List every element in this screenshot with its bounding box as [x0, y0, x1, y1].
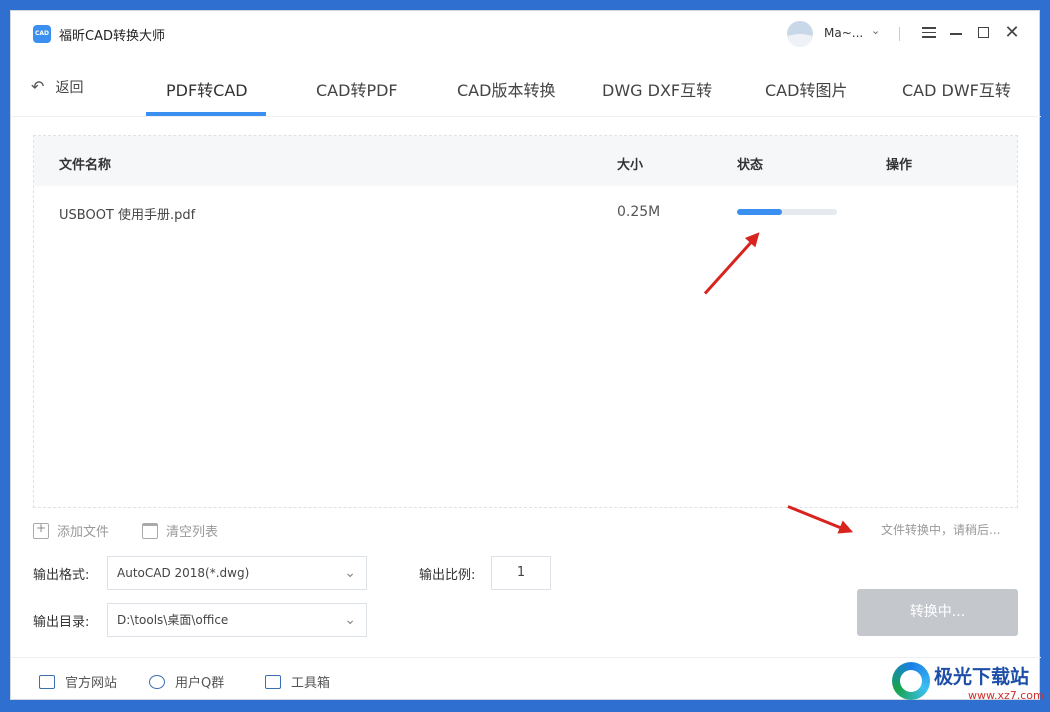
maximize-icon[interactable] [973, 23, 993, 43]
chevron-down-icon[interactable]: ⌄ [871, 24, 880, 37]
tab-dwg-dxf[interactable]: DWG DXF互转 [602, 77, 712, 101]
header-name: 文件名称 [59, 158, 112, 173]
back-arrow-icon: ↶ [31, 77, 45, 96]
header-status: 状态 [737, 158, 764, 173]
close-icon[interactable]: ✕ [1002, 23, 1022, 43]
chevron-down-icon: ⌄ [344, 565, 356, 581]
trash-icon [142, 523, 158, 539]
watermark-url: www.xz7.com [968, 689, 1044, 702]
add-file-icon [33, 521, 49, 539]
clear-list-label: 清空列表 [166, 525, 219, 540]
toolbox-link[interactable]: 工具箱 [265, 672, 330, 691]
annotation-arrow [787, 505, 850, 533]
user-avatar[interactable] [787, 21, 813, 47]
file-size: 0.25M [617, 204, 661, 220]
tab-cad-dwf[interactable]: CAD DWF互转 [902, 77, 1011, 101]
tab-pdf-to-cad[interactable]: PDF转CAD [166, 77, 248, 101]
file-name: USBOOT 使用手册.pdf [59, 208, 196, 223]
progress-bar [737, 209, 837, 215]
clear-list-button[interactable]: 清空列表 [142, 521, 218, 540]
app-title: 福昕CAD转换大师 [59, 29, 165, 44]
tab-cad-to-image[interactable]: CAD转图片 [765, 77, 847, 101]
tab-cad-to-pdf[interactable]: CAD转PDF [316, 77, 398, 101]
monitor-icon [39, 675, 55, 689]
app-logo-icon: CAD [33, 25, 51, 43]
format-select[interactable]: AutoCAD 2018(*.dwg) ⌄ [107, 556, 367, 590]
dir-select[interactable]: D:\tools\桌面\office ⌄ [107, 603, 367, 637]
tab-bar: ↶ 返回 PDF转CAD CAD转PDF CAD版本转换 DWG DXF互转 C… [11, 57, 1041, 117]
add-file-label: 添加文件 [57, 525, 110, 540]
toolbox-icon [265, 675, 281, 689]
qq-icon [149, 675, 165, 689]
watermark-logo-icon [892, 662, 930, 700]
scale-input[interactable]: 1 [491, 556, 551, 590]
chevron-down-icon: ⌄ [344, 612, 356, 628]
qq-group-link[interactable]: 用户Q群 [149, 672, 224, 691]
convert-button[interactable]: 转换中... [857, 589, 1018, 636]
footer: 官方网站 用户Q群 工具箱 [11, 657, 1041, 700]
minimize-icon[interactable] [946, 23, 966, 43]
header-size: 大小 [617, 158, 644, 173]
header-action: 操作 [886, 158, 913, 173]
progress-fill [737, 209, 782, 215]
conversion-status: 文件转换中，请稍后... [881, 523, 1001, 537]
toolbox-label: 工具箱 [291, 676, 331, 691]
format-label: 输出格式: [33, 568, 90, 583]
format-value: AutoCAD 2018(*.dwg) [117, 566, 250, 580]
watermark-text: 极光下载站 [934, 666, 1030, 688]
app-window: CAD 福昕CAD转换大师 Ma~... ⌄ ✕ ↶ 返回 PDF转CAD CA… [10, 10, 1041, 700]
back-label: 返回 [55, 80, 84, 96]
title-separator [899, 27, 900, 41]
website-link[interactable]: 官方网站 [39, 672, 117, 691]
qq-group-label: 用户Q群 [175, 676, 225, 691]
menu-icon[interactable] [919, 23, 939, 43]
dir-value: D:\tools\桌面\office [117, 613, 229, 627]
list-header: 文件名称 大小 状态 操作 [34, 136, 1017, 186]
user-name[interactable]: Ma~... [824, 26, 863, 40]
tab-cad-version[interactable]: CAD版本转换 [457, 77, 555, 101]
dir-label: 输出目录: [33, 615, 90, 630]
scale-label: 输出比例: [419, 568, 476, 583]
add-file-button[interactable]: 添加文件 [33, 521, 109, 540]
file-list: 文件名称 大小 状态 操作 USBOOT 使用手册.pdf 0.25M [33, 135, 1018, 508]
active-tab-indicator [146, 112, 266, 116]
back-button[interactable]: ↶ 返回 [31, 77, 83, 97]
title-bar: CAD 福昕CAD转换大师 Ma~... ⌄ ✕ [11, 11, 1041, 57]
website-label: 官方网站 [65, 676, 118, 691]
